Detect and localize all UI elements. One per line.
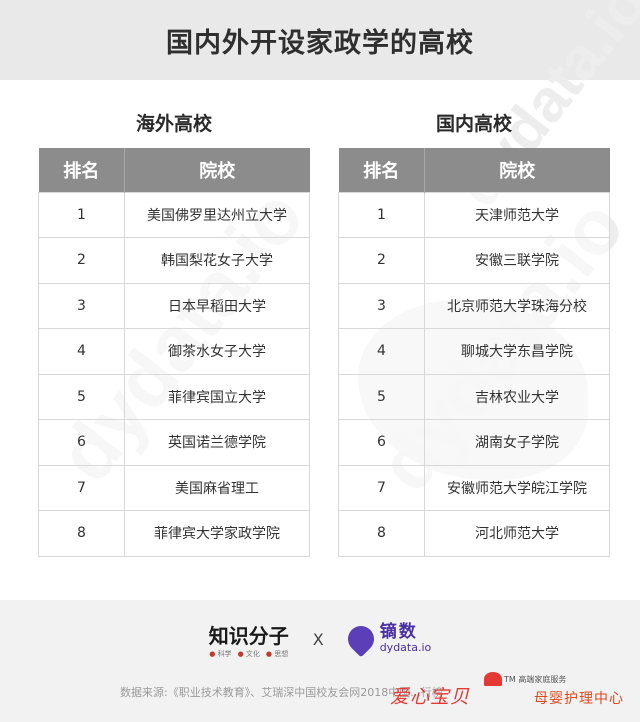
school-cell: 河北师范大学	[424, 510, 610, 557]
logo-separator: X	[312, 629, 324, 649]
table-row: 6 湖南女子学院	[338, 419, 610, 466]
table-row: 2 安徽三联学院	[338, 237, 610, 284]
school-cell: 湖南女子学院	[424, 419, 610, 466]
rank-cell: 2	[38, 237, 125, 284]
overseas-title: 海外高校	[135, 113, 212, 135]
dydata-logo-en: dydata.io	[379, 641, 432, 655]
school-cell: 菲律宾大学家政学院	[124, 510, 310, 557]
school-cell: 英国诺兰德学院	[124, 419, 310, 466]
logo-tag: 科学	[209, 649, 232, 659]
school-cell: 日本早稻田大学	[124, 283, 310, 329]
school-cell: 北京师范大学珠海分校	[424, 283, 610, 329]
rank-cell: 6	[38, 419, 125, 466]
school-cell: 美国麻省理工	[124, 465, 310, 511]
col-school-header: 院校	[124, 148, 310, 192]
dydata-logo: 镝数 dydata.io	[342, 620, 432, 658]
col-rank-header: 排名	[38, 148, 125, 192]
school-cell: 安徽三联学院	[424, 237, 610, 284]
overseas-table: 排名 院校 1 美国佛罗里达州立大学 2 韩国梨花女子大学 3 日本早稻田大学 4 御茶…	[38, 148, 310, 557]
table-row: 5 吉林农业大学	[338, 374, 610, 420]
school-cell: 聊城大学东昌学院	[424, 328, 610, 375]
school-cell: 吉林农业大学	[424, 374, 610, 420]
rank-cell: 8	[338, 510, 425, 557]
rank-cell: 2	[338, 237, 425, 284]
zhishifenzi-logo-name: 知识分子	[208, 623, 289, 648]
rank-cell: 7	[338, 465, 425, 511]
table-row: 3 日本早稻田大学	[38, 283, 310, 329]
partner-logos: 知识分子 科学 文化 思想 X 镝数 dydata.io	[0, 618, 640, 660]
rank-cell: 6	[338, 419, 425, 466]
zhishifenzi-logo: 知识分子 科学 文化 思想	[209, 620, 289, 659]
col-rank-header: 排名	[338, 148, 425, 192]
table-row: 2 韩国梨花女子大学	[38, 237, 310, 284]
table-row: 1 天津师范大学	[338, 191, 610, 238]
school-cell: 美国佛罗里达州立大学	[124, 191, 310, 238]
table-row: 4 御茶水女子大学	[38, 328, 310, 375]
school-cell: 天津师范大学	[424, 191, 610, 238]
page-title: 国内外开设家政学的高校	[166, 27, 474, 59]
rank-cell: 5	[38, 374, 125, 420]
overseas-section: 海外高校 排名 院校 1 美国佛罗里达州立大学 2 韩国梨花女子大学 3 日本早稻田大…	[38, 104, 310, 557]
domestic-title: 国内高校	[435, 113, 512, 135]
table-row: 8 河北师范大学	[338, 510, 610, 557]
table-row: 7 美国麻省理工	[38, 465, 310, 511]
rank-cell: 7	[38, 465, 125, 511]
brand-name: 爱心宝贝	[390, 686, 471, 708]
rank-cell: 3	[338, 283, 425, 329]
school-cell: 安徽师范大学皖江学院	[424, 465, 610, 511]
school-cell: 韩国梨花女子大学	[124, 237, 310, 284]
logo-tag: 思想	[266, 649, 288, 659]
rank-cell: 3	[38, 283, 125, 329]
table-header-row: 排名 院校	[338, 148, 610, 192]
school-cell: 菲律宾国立大学	[124, 374, 310, 420]
brand-heart-icon	[484, 672, 502, 686]
rank-cell: 5	[338, 374, 425, 420]
zhishifenzi-logo-tags: 科学 文化 思想	[209, 649, 289, 659]
rank-cell: 4	[338, 328, 425, 375]
table-row: 8 菲律宾大学家政学院	[38, 510, 310, 557]
table-header-row: 排名 院校	[38, 148, 310, 192]
rank-cell: 8	[38, 510, 125, 557]
table-row: 6 英国诺兰德学院	[38, 419, 310, 466]
brand-tagline: TM 高端家庭服务	[504, 675, 567, 684]
table-row: 4 聊城大学东昌学院	[338, 328, 610, 375]
table-row: 1 美国佛罗里达州立大学	[38, 191, 310, 238]
dydata-logo-cn: 镝数	[379, 622, 418, 643]
col-school-header: 院校	[424, 148, 610, 192]
logo-tag: 文化	[238, 649, 260, 659]
domestic-table: 排名 院校 1 天津师范大学 2 安徽三联学院 3 北京师范大学珠海分校 4 聊城大学东…	[338, 148, 610, 557]
table-row: 7 安徽师范大学皖江学院	[338, 465, 610, 511]
rank-cell: 4	[38, 328, 125, 375]
table-row: 5 菲律宾国立大学	[38, 374, 310, 420]
rank-cell: 1	[338, 191, 425, 238]
school-cell: 御茶水女子大学	[124, 328, 310, 375]
dydata-mark-icon	[342, 620, 380, 658]
rank-cell: 1	[38, 191, 125, 238]
table-row: 3 北京师范大学珠海分校	[338, 283, 610, 329]
brand-center: 母婴护理中心	[534, 691, 624, 707]
domestic-section: 国内高校 排名 院校 1 天津师范大学 2 安徽三联学院 3 北京师范大学珠海分校 4…	[338, 104, 610, 557]
